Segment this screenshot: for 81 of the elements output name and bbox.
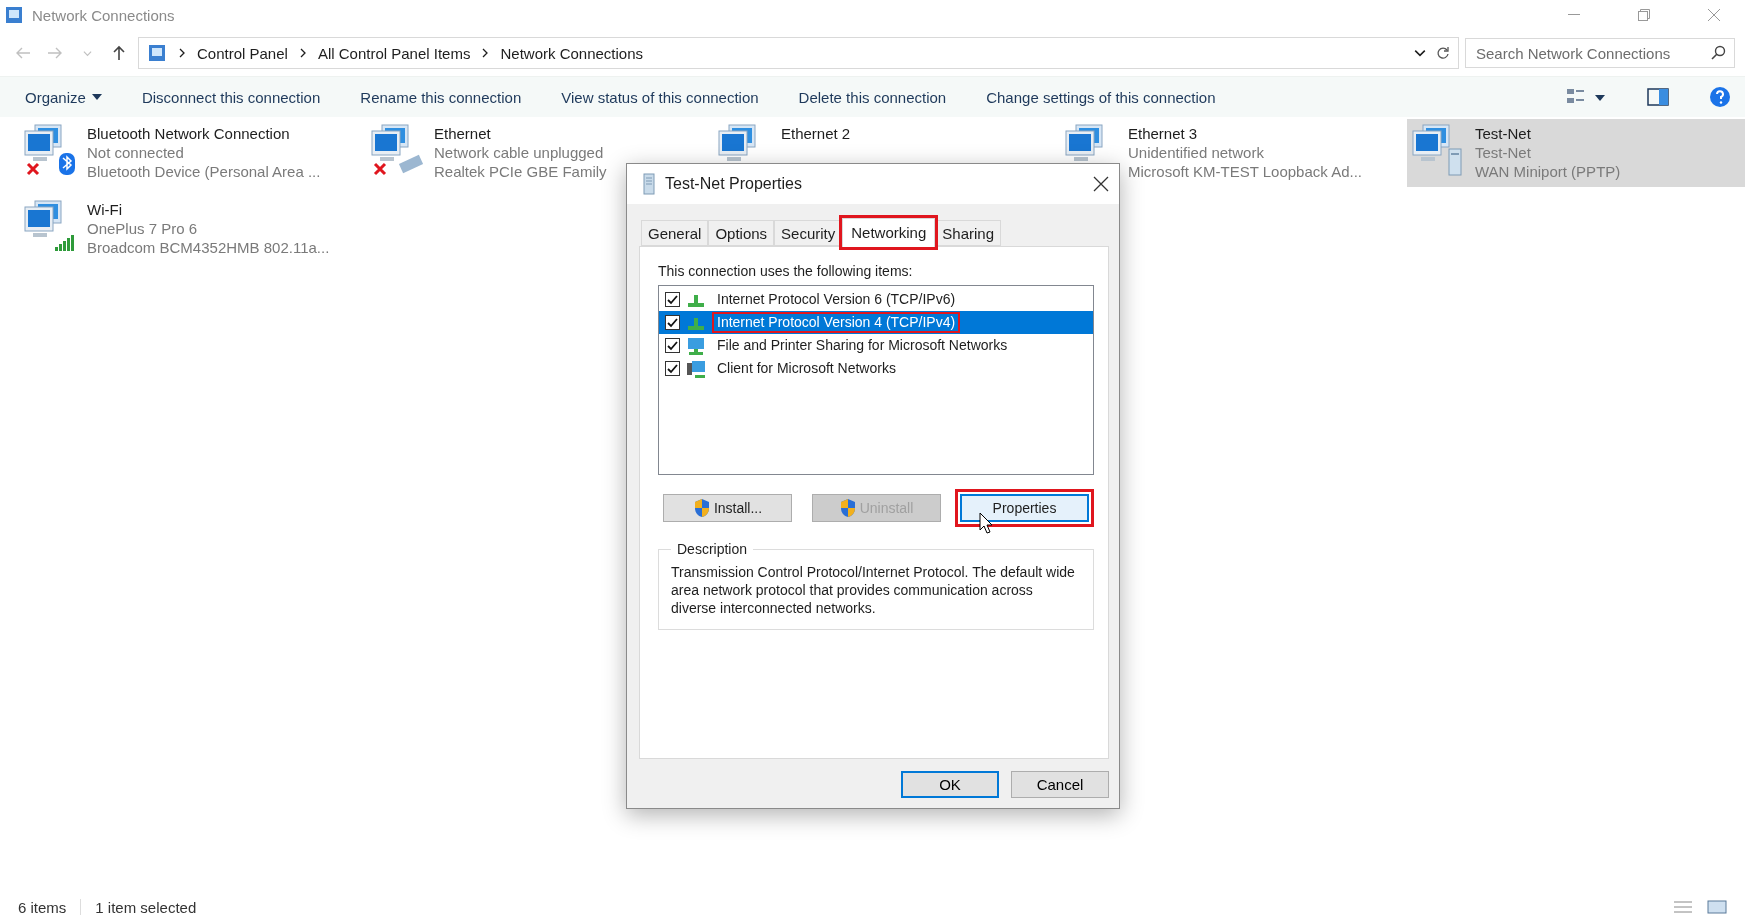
connection-device: Microsoft KM-TEST Loopback Ad... (1128, 163, 1362, 180)
connection-status: Network cable unplugged (434, 144, 605, 161)
dialog-button[interactable]: Cancel (1011, 771, 1109, 798)
connection-item[interactable]: Bluetooth Network Connection Not connected Bluetooth Device (Personal Area ... (19, 119, 329, 187)
checkbox[interactable] (665, 315, 680, 330)
connection-status: Test-Net (1475, 144, 1532, 161)
tab[interactable]: Sharing (935, 220, 1001, 246)
window-title: Network Connections (32, 6, 176, 24)
group-label: Description (676, 541, 749, 557)
dropdown-icon (91, 94, 102, 100)
connection-item[interactable]: Ethernet 3 Unidentified network Microsoft KM-TEST Loopback Ad... (1060, 119, 1370, 187)
item-label: Internet Protocol Version 6 (TCP/IPv6) (716, 290, 957, 309)
connection-name: Ethernet 2 (781, 125, 851, 142)
toolbar-command[interactable]: Rename this connection (360, 88, 522, 106)
connection-status: Unidentified network (1128, 144, 1265, 161)
connection-device: Broadcom BCM4352HMB 802.11a... (87, 239, 330, 256)
connection-device: Realtek PCIe GBE Family (434, 163, 607, 180)
computer-icon (686, 359, 706, 378)
breadcrumb[interactable]: All Control Panel Items (317, 44, 471, 62)
toolbar-command[interactable]: Disconnect this connection (141, 88, 321, 106)
connection-name: Wi-Fi (87, 201, 123, 218)
toolbar-command[interactable]: View status of this connection (561, 88, 759, 106)
list-label: This connection uses the following items: (658, 263, 914, 279)
toolbar-command[interactable]: Delete this connection (798, 88, 947, 106)
refresh-icon[interactable] (1436, 46, 1450, 60)
checkbox[interactable] (665, 361, 680, 376)
breadcrumb[interactable]: Network Connections (500, 44, 644, 62)
tab[interactable]: General (641, 220, 709, 246)
connection-item[interactable]: Wi-Fi OnePlus 7 Pro 6 Broadcom BCM4352HMB 802.11a... (19, 195, 338, 263)
selection-count: 1 item selected (95, 898, 197, 916)
list-item[interactable]: Internet Protocol Version 6 (TCP/IPv6) (659, 288, 1093, 311)
chevron-icon (177, 48, 187, 58)
description-text: Transmission Control Protocol/Internet Protocol. The default wide area network protocol that provides communication across diverse interconnected networks. (671, 563, 1076, 617)
close-icon (1707, 8, 1721, 22)
control-panel-icon (4, 5, 24, 25)
connection-status: OnePlus 7 Pro 6 (87, 220, 199, 237)
chevron-icon (82, 48, 92, 58)
dialog-title: Test-Net Properties (665, 175, 803, 193)
control-panel-icon (147, 43, 167, 63)
tab[interactable]: Options (708, 220, 775, 246)
network-service-icon (686, 336, 706, 355)
connection-device: WAN Miniport (PPTP) (1475, 163, 1621, 180)
connection-item[interactable]: Ethernet 2 (713, 119, 859, 171)
connection-status: Not connected (87, 144, 185, 161)
dialog-button[interactable]: Install... (663, 494, 792, 522)
minimize-icon (1568, 14, 1580, 16)
connection-name: Ethernet (434, 125, 492, 142)
close-icon[interactable] (1093, 176, 1109, 192)
toolbar-command[interactable]: Change settings of this connection (986, 88, 1216, 106)
connection-name: Test-Net (1475, 125, 1532, 142)
dialog-button[interactable]: OK (901, 771, 999, 798)
list-item[interactable]: Internet Protocol Version 4 (TCP/IPv4) (659, 311, 1093, 334)
server-icon (643, 173, 655, 195)
forward-arrow-icon (47, 46, 63, 60)
preview-pane-icon[interactable] (1647, 88, 1669, 106)
search-icon (1711, 45, 1727, 61)
checkbox[interactable] (665, 292, 680, 307)
breadcrumb[interactable]: Control Panel (197, 44, 288, 62)
tab[interactable]: Networking (842, 218, 936, 247)
item-label: Client for Microsoft Networks (716, 359, 897, 378)
dialog-button[interactable]: Properties (960, 494, 1089, 522)
address-bar[interactable]: Control Panel All Control Panel Items Network Connections (138, 37, 1459, 69)
cursor-icon (979, 512, 993, 534)
organize-menu[interactable]: Organize (25, 88, 102, 106)
item-label: Internet Protocol Version 4 (TCP/IPv4) (712, 312, 961, 333)
search-field[interactable]: Search Network Connections (1465, 38, 1735, 68)
back-arrow-icon (15, 46, 31, 60)
help-icon[interactable] (1709, 86, 1731, 108)
connection-name: Bluetooth Network Connection (87, 125, 291, 142)
list-item[interactable]: File and Printer Sharing for Microsoft Networks (659, 334, 1093, 357)
connection-item[interactable]: Test-Net Test-Net WAN Miniport (PPTP) (1407, 119, 1745, 187)
up-arrow-icon (112, 45, 126, 61)
item-label: File and Printer Sharing for Microsoft Networks (716, 336, 1009, 355)
item-count: 6 items (18, 898, 67, 916)
list-item[interactable]: Client for Microsoft Networks (659, 357, 1093, 380)
restore-icon (1638, 9, 1650, 21)
checkbox[interactable] (665, 338, 680, 353)
connection-device: Bluetooth Device (Personal Area ... (87, 163, 321, 180)
dropdown-icon[interactable] (1414, 47, 1426, 59)
connection-name: Ethernet 3 (1128, 125, 1199, 142)
connection-item[interactable]: Ethernet Network cable unplugged Realtek PCIe GBE Family (366, 119, 615, 187)
